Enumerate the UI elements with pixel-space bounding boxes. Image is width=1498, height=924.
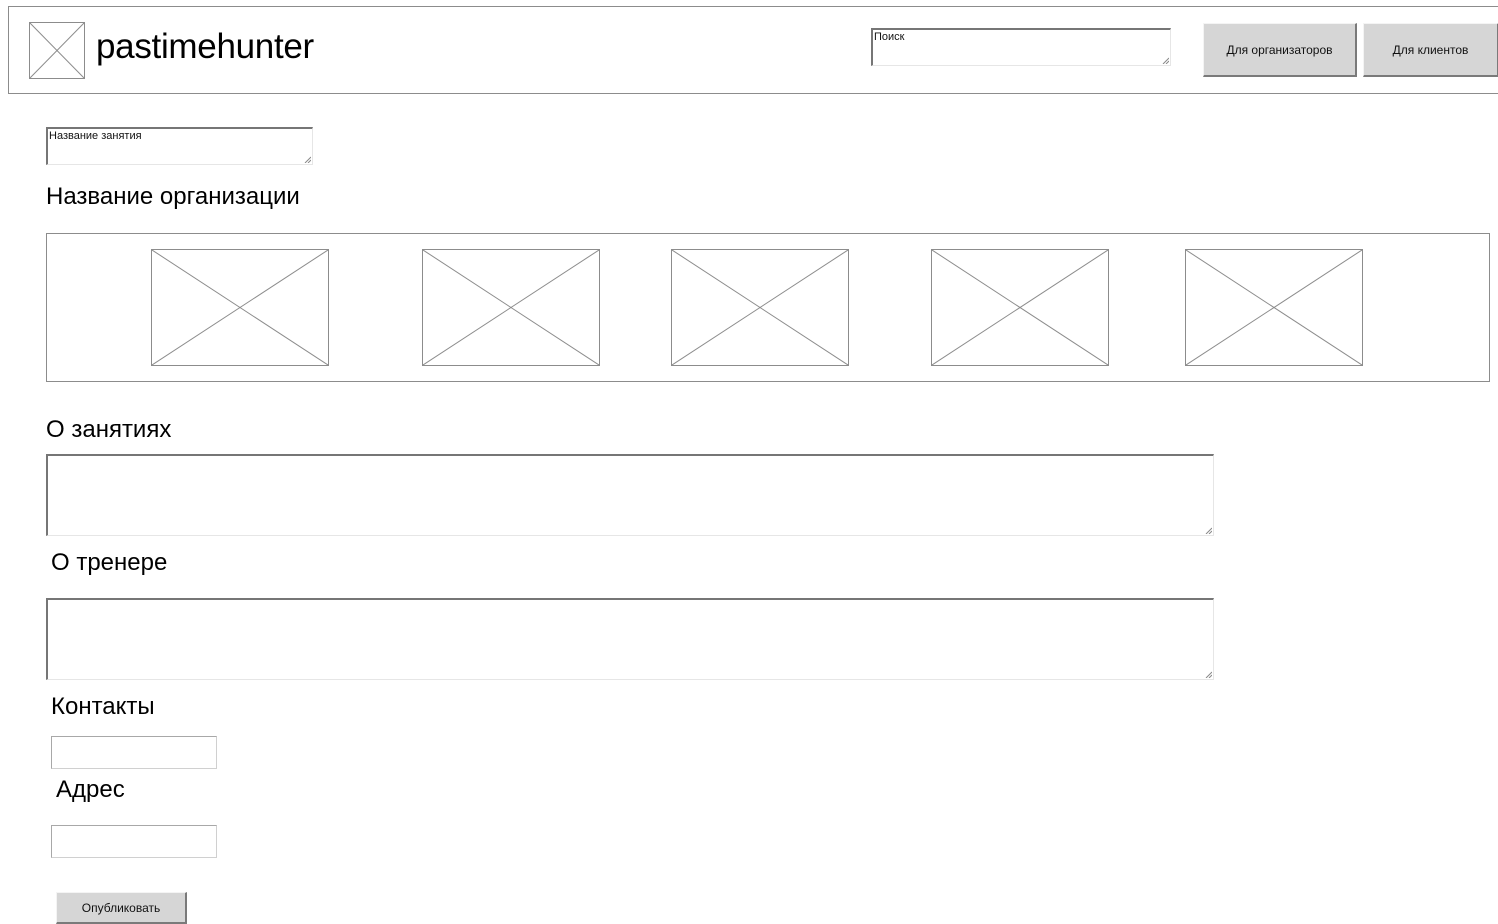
resize-grip-icon[interactable] (1205, 671, 1212, 678)
activity-name-input[interactable]: Название занятия (46, 127, 313, 165)
gallery-image-placeholder-icon[interactable] (1185, 249, 1363, 366)
organization-name-heading: Название организации (46, 183, 300, 210)
address-label: Адрес (56, 776, 125, 803)
address-input[interactable] (51, 825, 217, 858)
resize-grip-icon[interactable] (304, 156, 311, 163)
about-classes-label: О занятиях (46, 416, 172, 443)
gallery-image-placeholder-icon[interactable] (931, 249, 1109, 366)
image-gallery (46, 233, 1490, 382)
for-organizers-button[interactable]: Для организаторов (1203, 23, 1357, 77)
gallery-image-placeholder-icon[interactable] (422, 249, 600, 366)
search-input[interactable]: Поиск (871, 28, 1171, 66)
contacts-label: Контакты (51, 693, 155, 720)
publish-button[interactable]: Опубликовать (56, 892, 187, 924)
site-header: pastimehunter Поиск Для организаторов Дл… (8, 6, 1498, 94)
logo-image-placeholder-icon[interactable] (29, 22, 85, 79)
about-trainer-textarea[interactable] (46, 598, 1214, 680)
about-classes-textarea[interactable] (46, 454, 1214, 536)
gallery-image-placeholder-icon[interactable] (671, 249, 849, 366)
resize-grip-icon[interactable] (1162, 57, 1169, 64)
about-trainer-label: О тренере (51, 549, 168, 576)
resize-grip-icon[interactable] (1205, 527, 1212, 534)
contacts-input[interactable] (51, 736, 217, 769)
gallery-image-placeholder-icon[interactable] (151, 249, 329, 366)
activity-name-placeholder: Название занятия (49, 130, 142, 142)
search-input-placeholder: Поиск (874, 31, 905, 43)
for-clients-button[interactable]: Для клиентов (1363, 23, 1498, 77)
brand-name[interactable]: pastimehunter (96, 27, 314, 67)
